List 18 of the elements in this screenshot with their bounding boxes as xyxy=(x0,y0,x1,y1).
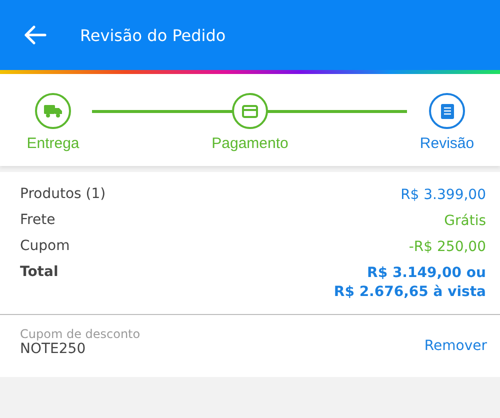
remove-button[interactable]: Remover xyxy=(424,338,487,354)
step-label: Pagamento xyxy=(212,135,288,152)
screen-title: Revisão do Pedido xyxy=(80,26,226,44)
summary-label: Frete xyxy=(20,212,56,228)
coupon-field[interactable]: Cupom de desconto NOTE250 xyxy=(20,327,140,365)
step-label: Entrega xyxy=(26,135,80,152)
truck-icon xyxy=(44,104,62,118)
card-icon xyxy=(242,104,258,118)
step-label: Revisão xyxy=(420,135,474,152)
summary-label: Total xyxy=(20,264,58,280)
summary-value: Grátis xyxy=(444,212,486,231)
summary-value: R$ 2.676,65 à vista xyxy=(334,283,486,302)
summary-label: Cupom xyxy=(20,238,70,254)
document-icon xyxy=(440,104,454,118)
summary-label: Produtos (1) xyxy=(20,186,106,202)
summary-value: -R$ 250,00 xyxy=(408,238,486,257)
summary-value: R$ 3.399,00 xyxy=(400,186,486,205)
summary-value: R$ 3.149,00 ou xyxy=(367,264,486,283)
